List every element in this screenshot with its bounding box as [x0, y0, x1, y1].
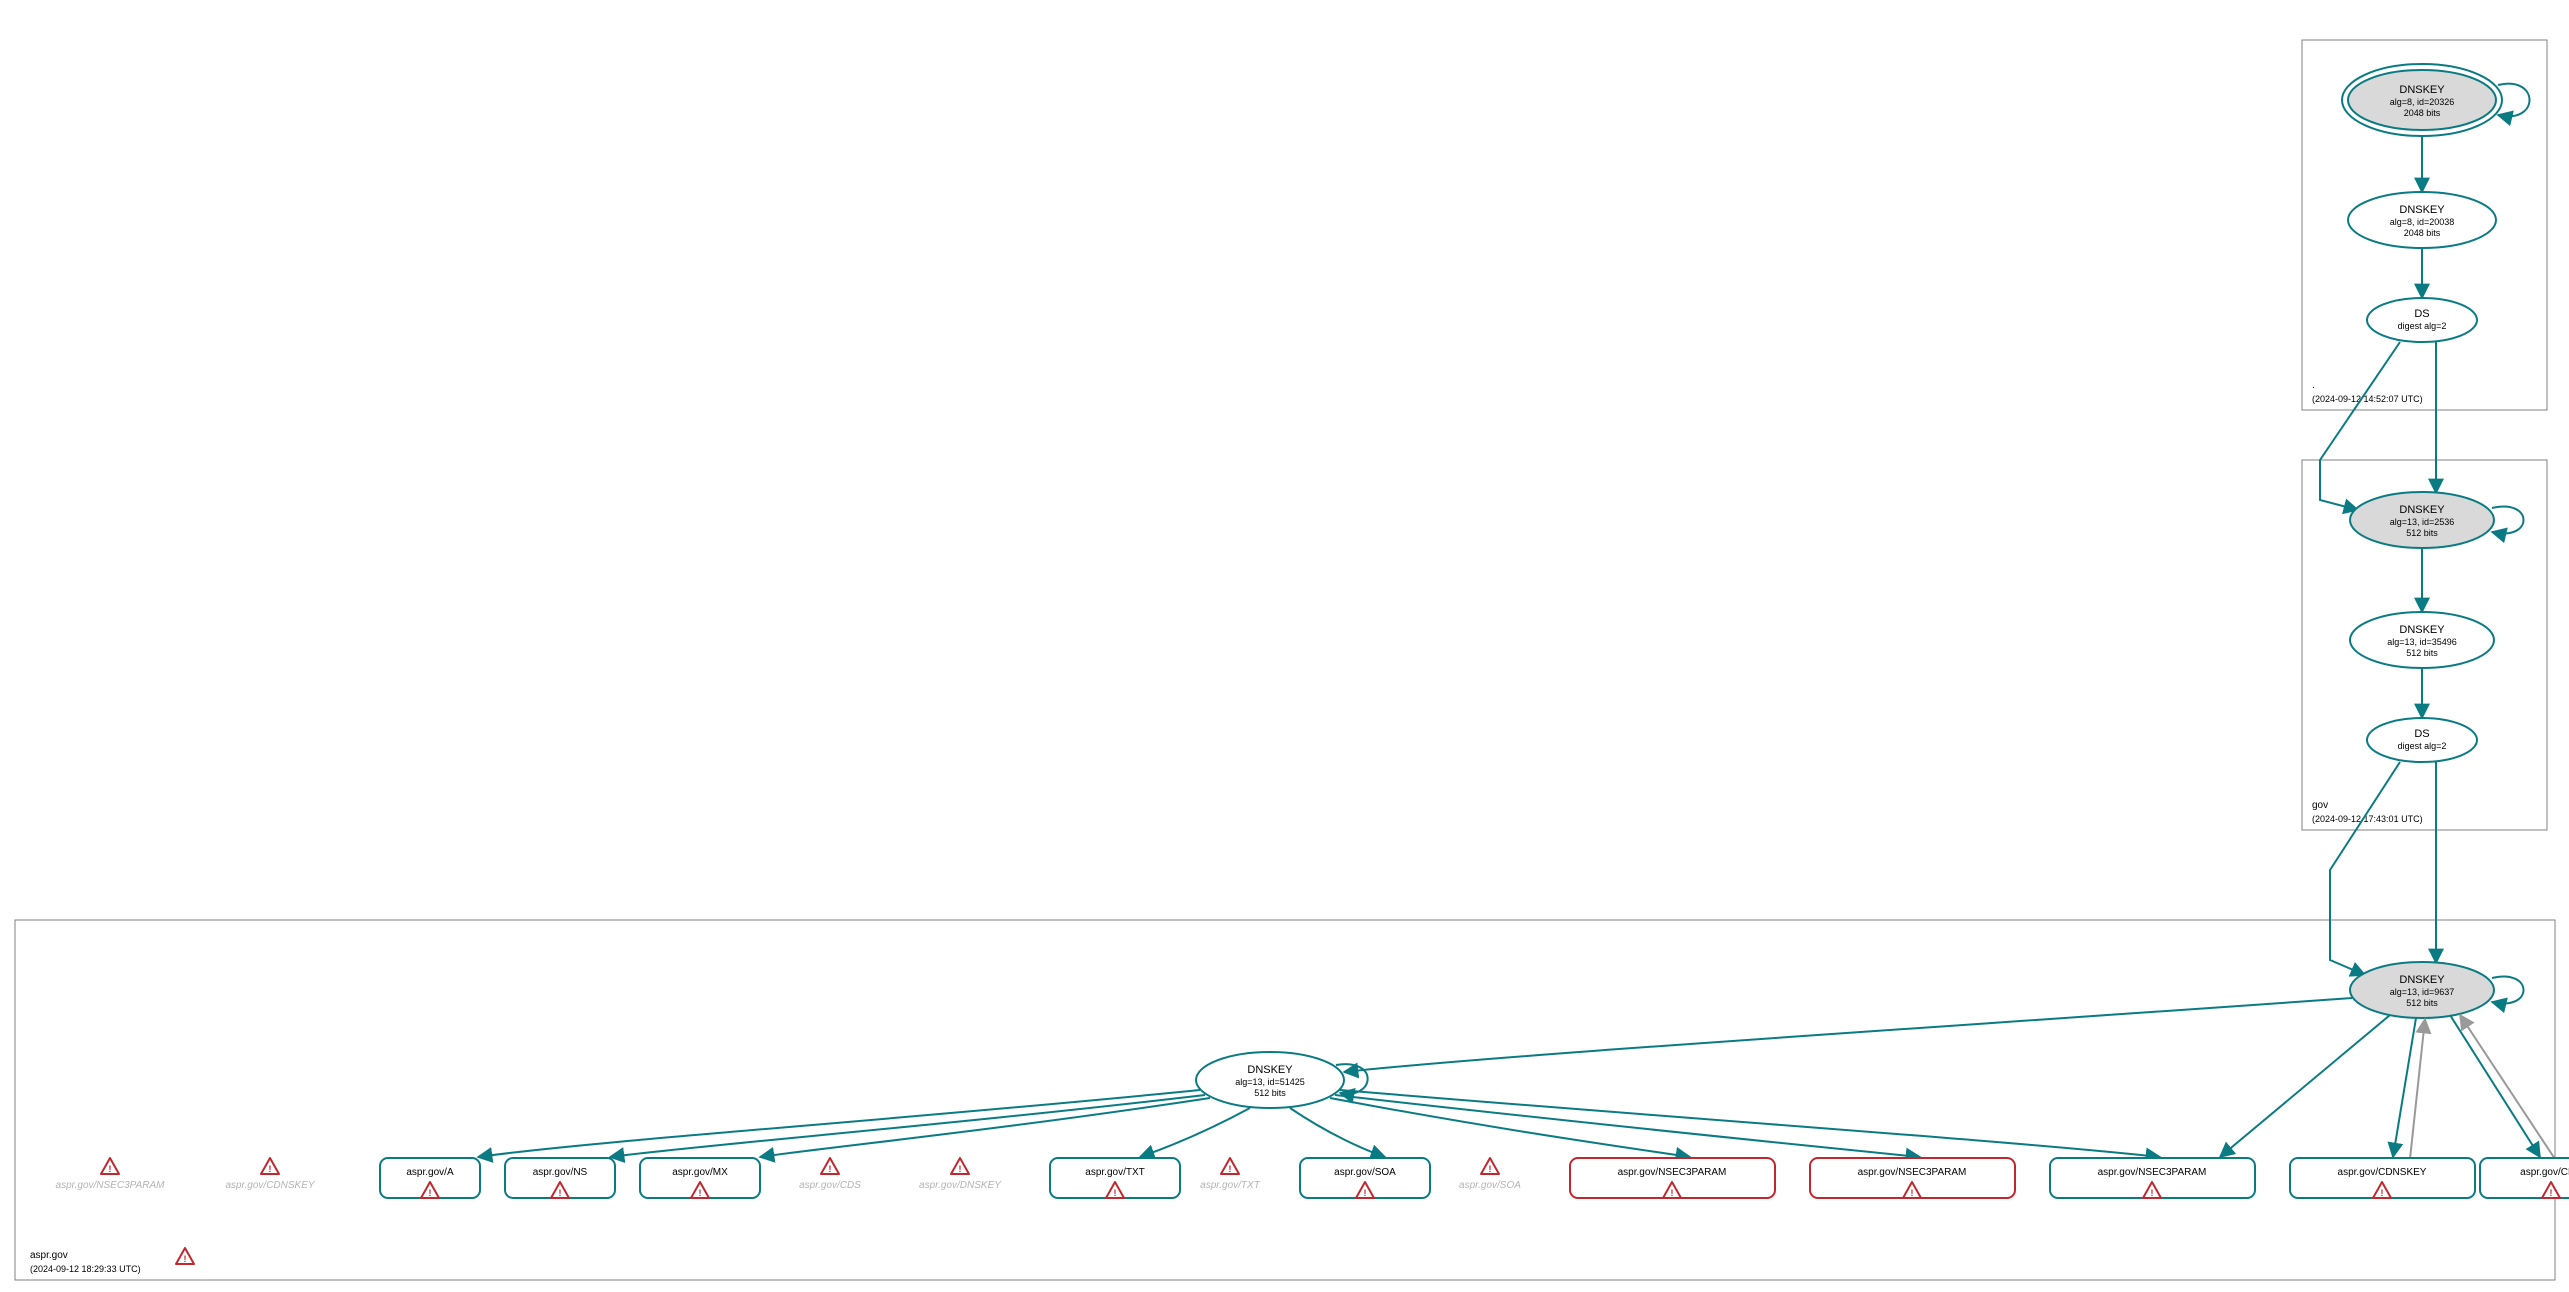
- svg-text:aspr.gov/TXT: aspr.gov/TXT: [1200, 1180, 1261, 1191]
- edge: [1340, 1090, 2160, 1157]
- node-root-ksk[interactable]: DNSKEY alg=8, id=20326 2048 bits: [2342, 64, 2502, 136]
- zone-aspr-name: aspr.gov: [30, 1250, 68, 1261]
- svg-text:aspr.gov/NSEC3PARAM: aspr.gov/NSEC3PARAM: [1618, 1167, 1727, 1178]
- edge-bold: [2320, 342, 2400, 510]
- zone-gov-date: (2024-09-12 17:43:01 UTC): [2312, 814, 2423, 824]
- svg-text:512 bits: 512 bits: [2406, 648, 2438, 658]
- node-aspr-zsk[interactable]: DNSKEY alg=13, id=51425 512 bits: [1196, 1052, 1344, 1108]
- svg-text:512 bits: 512 bits: [2406, 998, 2438, 1008]
- rrset-nsec3param-1[interactable]: aspr.gov/NSEC3PARAM: [1570, 1158, 1775, 1198]
- svg-text:aspr.gov/CDS: aspr.gov/CDS: [2520, 1167, 2569, 1178]
- zone-root-name: .: [2312, 380, 2315, 391]
- edge: [2220, 1015, 2390, 1157]
- svg-text:alg=8, id=20326: alg=8, id=20326: [2390, 97, 2455, 107]
- svg-text:aspr.gov/DNSKEY: aspr.gov/DNSKEY: [919, 1180, 1002, 1191]
- svg-text:DNSKEY: DNSKEY: [1247, 1064, 1293, 1076]
- svg-text:aspr.gov/NSEC3PARAM: aspr.gov/NSEC3PARAM: [56, 1180, 166, 1191]
- svg-text:aspr.gov/NSEC3PARAM: aspr.gov/NSEC3PARAM: [2098, 1167, 2207, 1178]
- warning-icon: [176, 1248, 194, 1264]
- svg-text:aspr.gov/CDNSKEY: aspr.gov/CDNSKEY: [225, 1180, 315, 1191]
- svg-text:2048 bits: 2048 bits: [2404, 108, 2441, 118]
- svg-text:aspr.gov/A: aspr.gov/A: [406, 1167, 454, 1178]
- phantom-txt: aspr.gov/TXT: [1200, 1158, 1261, 1191]
- svg-text:aspr.gov/NS: aspr.gov/NS: [533, 1167, 588, 1178]
- svg-text:DNSKEY: DNSKEY: [2399, 84, 2445, 96]
- svg-text:DS: DS: [2414, 308, 2429, 320]
- svg-text:aspr.gov/NSEC3PARAM: aspr.gov/NSEC3PARAM: [1858, 1167, 1967, 1178]
- edge: [2450, 1015, 2540, 1157]
- phantom-dnskey: aspr.gov/DNSKEY: [919, 1158, 1002, 1191]
- phantom-cdnskey: aspr.gov/CDNSKEY: [225, 1158, 315, 1191]
- rrset-ns[interactable]: aspr.gov/NS: [505, 1158, 615, 1198]
- rrset-txt[interactable]: aspr.gov/TXT: [1050, 1158, 1180, 1198]
- svg-text:DNSKEY: DNSKEY: [2399, 204, 2445, 216]
- edge: [760, 1098, 1210, 1157]
- node-root-zsk[interactable]: DNSKEY alg=8, id=20038 2048 bits: [2348, 192, 2496, 248]
- svg-text:alg=13, id=51425: alg=13, id=51425: [1235, 1077, 1305, 1087]
- svg-text:aspr.gov/SOA: aspr.gov/SOA: [1334, 1167, 1396, 1178]
- edge-gray: [2460, 1015, 2555, 1159]
- svg-text:DNSKEY: DNSKEY: [2399, 624, 2445, 636]
- svg-text:aspr.gov/SOA: aspr.gov/SOA: [1459, 1180, 1521, 1191]
- edge-self-loop: [2492, 977, 2524, 1004]
- rrset-mx[interactable]: aspr.gov/MX: [640, 1158, 760, 1198]
- node-gov-ds[interactable]: DS digest alg=2: [2367, 718, 2477, 762]
- rrset-a[interactable]: aspr.gov/A: [380, 1158, 480, 1198]
- dnssec-graph: ! . (2024-09-12 14:52:07 UTC) gov (2024-…: [0, 0, 2569, 1292]
- phantom-nsec3param: aspr.gov/NSEC3PARAM: [56, 1158, 166, 1191]
- zone-aspr-date: (2024-09-12 18:29:33 UTC): [30, 1264, 141, 1274]
- edge: [1344, 998, 2352, 1072]
- edge: [1290, 1108, 1385, 1157]
- svg-text:2048 bits: 2048 bits: [2404, 228, 2441, 238]
- node-gov-ksk[interactable]: DNSKEY alg=13, id=2536 512 bits: [2350, 492, 2494, 548]
- edge-self-loop: [2492, 507, 2524, 534]
- svg-text:alg=13, id=9637: alg=13, id=9637: [2390, 987, 2455, 997]
- edge: [610, 1095, 1205, 1157]
- svg-text:aspr.gov/MX: aspr.gov/MX: [672, 1167, 728, 1178]
- svg-text:aspr.gov/TXT: aspr.gov/TXT: [1085, 1167, 1144, 1178]
- svg-text:aspr.gov/CDNSKEY: aspr.gov/CDNSKEY: [2338, 1167, 2427, 1178]
- rrset-nsec3param-2[interactable]: aspr.gov/NSEC3PARAM: [1810, 1158, 2015, 1198]
- edge-bold: [2330, 762, 2400, 975]
- rrset-soa[interactable]: aspr.gov/SOA: [1300, 1158, 1430, 1198]
- svg-text:aspr.gov/CDS: aspr.gov/CDS: [799, 1180, 861, 1191]
- svg-text:alg=13, id=35496: alg=13, id=35496: [2387, 637, 2457, 647]
- phantom-cds: aspr.gov/CDS: [799, 1158, 861, 1191]
- svg-text:DNSKEY: DNSKEY: [2399, 974, 2445, 986]
- zone-root-date: (2024-09-12 14:52:07 UTC): [2312, 394, 2423, 404]
- node-gov-zsk[interactable]: DNSKEY alg=13, id=35496 512 bits: [2350, 612, 2494, 668]
- svg-text:512 bits: 512 bits: [2406, 528, 2438, 538]
- edge: [1140, 1108, 1250, 1157]
- zone-gov-name: gov: [2312, 800, 2328, 811]
- svg-text:alg=13, id=2536: alg=13, id=2536: [2390, 517, 2455, 527]
- svg-text:DS: DS: [2414, 728, 2429, 740]
- rrset-nsec3param-3[interactable]: aspr.gov/NSEC3PARAM: [2050, 1158, 2255, 1198]
- svg-text:512 bits: 512 bits: [1254, 1088, 1286, 1098]
- node-root-ds[interactable]: DS digest alg=2: [2367, 298, 2477, 342]
- rrset-cds[interactable]: aspr.gov/CDS: [2480, 1158, 2569, 1198]
- phantom-soa: aspr.gov/SOA: [1459, 1158, 1521, 1191]
- svg-text:digest alg=2: digest alg=2: [2398, 741, 2447, 751]
- node-aspr-ksk[interactable]: DNSKEY alg=13, id=9637 512 bits: [2350, 962, 2494, 1018]
- svg-text:digest alg=2: digest alg=2: [2398, 321, 2447, 331]
- rrset-cdnskey[interactable]: aspr.gov/CDNSKEY: [2290, 1158, 2475, 1198]
- svg-text:DNSKEY: DNSKEY: [2399, 504, 2445, 516]
- svg-text:alg=8, id=20038: alg=8, id=20038: [2390, 217, 2455, 227]
